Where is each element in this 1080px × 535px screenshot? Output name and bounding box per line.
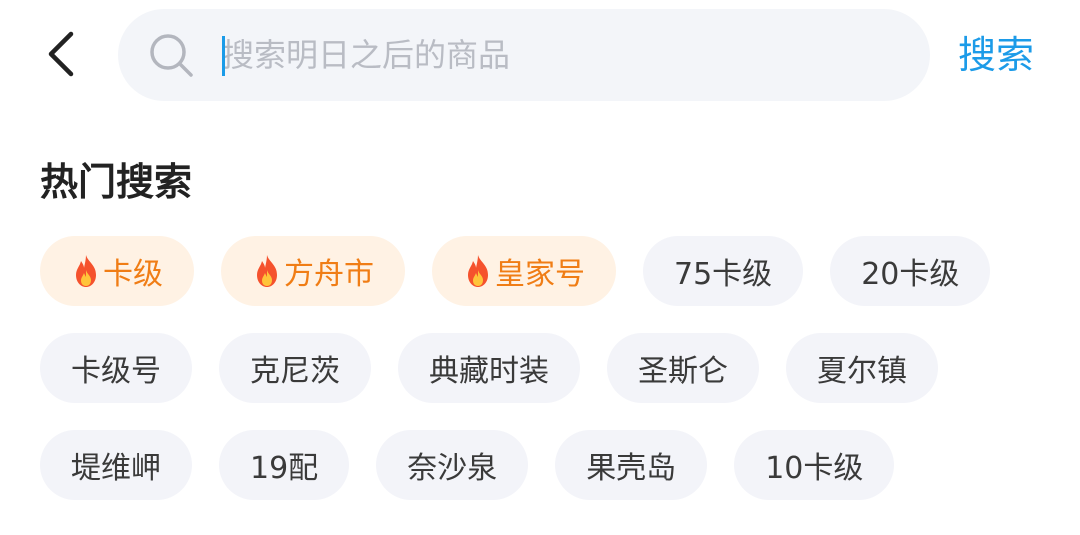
search-tag[interactable]: 20卡级 — [830, 236, 991, 306]
search-tag[interactable]: 19配 — [219, 430, 350, 500]
fire-icon — [257, 255, 277, 287]
tag-row: 堤维岬 19配 奈沙泉 果壳岛 10卡级 — [40, 430, 1040, 500]
tag-label: 典藏时装 — [429, 354, 549, 389]
search-tag[interactable]: 10卡级 — [734, 430, 895, 500]
search-tag[interactable]: 堤维岬 — [40, 430, 192, 500]
tag-label: 夏尔镇 — [817, 354, 907, 389]
tag-label: 果壳岛 — [586, 451, 677, 486]
text-cursor — [222, 36, 225, 76]
tag-row: 卡级号 克尼茨 典藏时装 圣斯仑 夏尔镇 — [40, 333, 1040, 403]
tag-label: 20卡级 — [861, 257, 960, 292]
tag-row: 卡级 方舟市 皇家号 75卡级 20卡级 — [40, 236, 1040, 306]
tag-label: 堤维岬 — [71, 451, 161, 486]
search-tag[interactable]: 克尼茨 — [219, 333, 371, 403]
search-tag[interactable]: 夏尔镇 — [786, 333, 938, 403]
search-page: 搜索 热门搜索 卡级 方舟市 皇家号 75卡级 20卡级卡级号 克尼茨 典藏时装 圣斯仑 夏尔镇… — [0, 0, 1080, 535]
tag-label: 克尼茨 — [250, 354, 340, 389]
tag-label: 方舟市 — [284, 257, 374, 292]
search-tag[interactable]: 果壳岛 — [555, 430, 708, 500]
fire-icon — [76, 255, 96, 287]
tag-label: 卡级号 — [71, 354, 161, 389]
tag-label: 10卡级 — [765, 451, 864, 486]
tag-label: 皇家号 — [495, 257, 585, 292]
back-button[interactable] — [30, 22, 90, 86]
search-icon — [150, 34, 193, 77]
search-box[interactable] — [118, 9, 930, 101]
tag-label: 75卡级 — [674, 257, 773, 292]
chevron-left-icon — [48, 31, 74, 77]
hot-search-tag[interactable]: 皇家号 — [432, 236, 616, 306]
tag-label: 19配 — [250, 451, 319, 486]
search-tag[interactable]: 卡级号 — [40, 333, 192, 403]
search-tag[interactable]: 75卡级 — [643, 236, 804, 306]
hot-search-tag[interactable]: 方舟市 — [221, 236, 405, 306]
search-tag[interactable]: 典藏时装 — [398, 333, 580, 403]
hot-search-title: 热门搜索 — [40, 160, 193, 204]
search-input[interactable] — [222, 25, 862, 85]
tag-label: 奈沙泉 — [407, 451, 498, 486]
hot-search-tag[interactable]: 卡级 — [40, 236, 194, 306]
search-tag[interactable]: 圣斯仑 — [607, 333, 759, 403]
hot-search-tags: 卡级 方舟市 皇家号 75卡级 20卡级卡级号 克尼茨 典藏时装 圣斯仑 夏尔镇堤维岬 19配 奈沙… — [40, 236, 1040, 527]
tag-label: 卡级 — [103, 257, 163, 292]
fire-icon — [468, 255, 488, 287]
search-tag[interactable]: 奈沙泉 — [376, 430, 529, 500]
tag-label: 圣斯仑 — [638, 354, 728, 389]
search-button[interactable]: 搜索 — [958, 28, 1034, 82]
